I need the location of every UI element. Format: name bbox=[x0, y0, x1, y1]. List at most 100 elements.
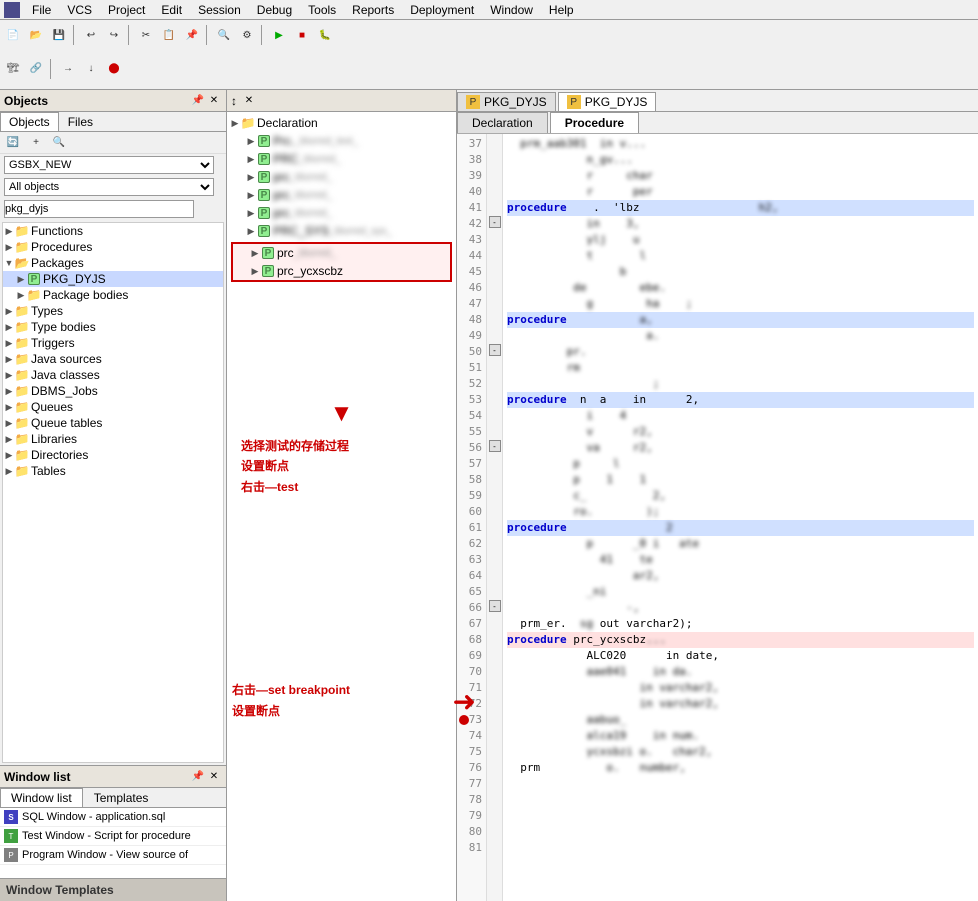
tab-templates[interactable]: Templates bbox=[83, 788, 160, 807]
tree-queue-tables[interactable]: ▶ 📁 Queue tables bbox=[3, 415, 223, 431]
tb-stepinto[interactable]: ↓ bbox=[80, 58, 102, 80]
tree-tables[interactable]: ▶ 📁 Tables bbox=[3, 463, 223, 479]
ctree-prc-highlighted[interactable]: ▶ P prc _blurred_ bbox=[233, 244, 450, 262]
expand-triggers[interactable]: ▶ bbox=[3, 337, 15, 349]
code-tabs: Declaration Procedure bbox=[457, 112, 978, 134]
expand-queue-tables[interactable]: ▶ bbox=[3, 417, 15, 429]
tree-type-bodies[interactable]: ▶ 📁 Type bodies bbox=[3, 319, 223, 335]
tb-find[interactable]: 🔍 bbox=[213, 24, 235, 46]
ctree-proc-0[interactable]: ▶ P Prc. _blurred_text_ bbox=[229, 132, 454, 150]
tab-files[interactable]: Files bbox=[59, 112, 102, 131]
menu-help[interactable]: Help bbox=[541, 1, 582, 19]
winlist-test[interactable]: T Test Window - Script for procedure bbox=[0, 827, 226, 846]
objects-close-btn[interactable]: ✕ bbox=[206, 93, 222, 109]
expand-pkg-bodies[interactable]: ▶ bbox=[15, 289, 27, 301]
tb-debug[interactable]: 🐛 bbox=[314, 24, 336, 46]
tb-stop[interactable]: ■ bbox=[291, 24, 313, 46]
expand-queues[interactable]: ▶ bbox=[3, 401, 15, 413]
tree-java-classes[interactable]: ▶ 📁 Java classes bbox=[3, 367, 223, 383]
schema-select[interactable]: GSBX_NEW bbox=[4, 156, 214, 174]
winlist-prog[interactable]: P Program Window - View source of bbox=[0, 846, 226, 865]
obj-refresh-btn[interactable]: 🔄 bbox=[2, 132, 24, 154]
expand-pkg-dyjs[interactable]: ▶ bbox=[15, 273, 27, 285]
ctree-proc-2[interactable]: ▶ P prc _blurred_ bbox=[229, 168, 454, 186]
tb-run[interactable]: ▶ bbox=[268, 24, 290, 46]
code-59: v r2, bbox=[507, 424, 974, 440]
tree-libraries[interactable]: ▶ 📁 Libraries bbox=[3, 431, 223, 447]
objects-pin-btn[interactable]: 📌 bbox=[190, 93, 206, 109]
tb-session[interactable]: 🔗 bbox=[25, 58, 47, 80]
tab-declaration[interactable]: Declaration bbox=[457, 112, 548, 133]
ctree-proc-3[interactable]: ▶ P prc _blurred_ bbox=[229, 186, 454, 204]
menu-session[interactable]: Session bbox=[190, 1, 249, 19]
expand-packages[interactable]: ▼ bbox=[3, 257, 15, 269]
tab-procedure[interactable]: Procedure bbox=[550, 112, 639, 133]
code-content[interactable]: prm_aab301 in v... n_gv... r char r per … bbox=[503, 134, 978, 901]
menu-reports[interactable]: Reports bbox=[344, 1, 402, 19]
expand-functions[interactable]: ▶ bbox=[3, 225, 15, 237]
tab-window-list[interactable]: Window list bbox=[0, 788, 83, 807]
tb-paste[interactable]: 📌 bbox=[181, 24, 203, 46]
menu-vcs[interactable]: VCS bbox=[59, 1, 100, 19]
ctree-proc-prc-sys[interactable]: ▶ P PRC_SYS _blurred_sys_ bbox=[229, 222, 454, 240]
tb-cut[interactable]: ✂ bbox=[135, 24, 157, 46]
expand-libraries[interactable]: ▶ bbox=[3, 433, 15, 445]
center-close-btn[interactable]: ✕ bbox=[241, 93, 257, 109]
tab-objects[interactable]: Objects bbox=[0, 112, 59, 131]
tb-copy[interactable]: 📋 bbox=[158, 24, 180, 46]
tree-pkg-bodies[interactable]: ▶ 📁 Package bodies bbox=[3, 287, 223, 303]
expand-procedures[interactable]: ▶ bbox=[3, 241, 15, 253]
menu-edit[interactable]: Edit bbox=[153, 1, 190, 19]
tree-directories[interactable]: ▶ 📁 Directories bbox=[3, 447, 223, 463]
tree-types[interactable]: ▶ 📁 Types bbox=[3, 303, 223, 319]
winlist-pin-btn[interactable]: 📌 bbox=[190, 769, 206, 785]
file-tab-pkg-dyjs-1[interactable]: P PKG_DYJS bbox=[457, 92, 556, 111]
tb-compile[interactable]: ⚙ bbox=[236, 24, 258, 46]
ctree-prc-ycxscbz[interactable]: ▶ P prc_ycxscbz bbox=[233, 262, 450, 280]
file-tab-pkg-dyjs-2[interactable]: P PKG_DYJS bbox=[558, 92, 657, 111]
tb-save[interactable]: 💾 bbox=[48, 24, 70, 46]
expand-56[interactable]: - bbox=[489, 440, 501, 452]
menu-file[interactable]: File bbox=[24, 1, 59, 19]
obj-new-btn[interactable]: + bbox=[25, 132, 47, 154]
filter-select[interactable]: All objects bbox=[4, 178, 214, 196]
expand-directories[interactable]: ▶ bbox=[3, 449, 15, 461]
expand-declaration[interactable]: ▶ bbox=[229, 117, 241, 129]
winlist-sql[interactable]: S SQL Window - application.sql bbox=[0, 808, 226, 827]
expand-dbms-jobs[interactable]: ▶ bbox=[3, 385, 15, 397]
menu-tools[interactable]: Tools bbox=[300, 1, 344, 19]
tree-queues[interactable]: ▶ 📁 Queues bbox=[3, 399, 223, 415]
expand-type-bodies[interactable]: ▶ bbox=[3, 321, 15, 333]
tb-redo[interactable]: ↪ bbox=[103, 24, 125, 46]
expand-tables[interactable]: ▶ bbox=[3, 465, 15, 477]
menu-debug[interactable]: Debug bbox=[249, 1, 300, 19]
menu-window[interactable]: Window bbox=[482, 1, 541, 19]
tb-open[interactable]: 📂 bbox=[25, 24, 47, 46]
tb-breakpoint[interactable]: ⬤ bbox=[103, 58, 125, 80]
winlist-close-btn[interactable]: ✕ bbox=[206, 769, 222, 785]
tree-functions[interactable]: ▶ 📁 Functions bbox=[3, 223, 223, 239]
expand-66[interactable]: - bbox=[489, 600, 501, 612]
expand-java-classes[interactable]: ▶ bbox=[3, 369, 15, 381]
tb-stepover[interactable]: → bbox=[57, 58, 79, 80]
tb-new[interactable]: 📄 bbox=[2, 24, 24, 46]
tree-procedures[interactable]: ▶ 📁 Procedures bbox=[3, 239, 223, 255]
tree-pkg-dyjs[interactable]: ▶ P PKG_DYJS bbox=[3, 271, 223, 287]
tree-triggers[interactable]: ▶ 📁 Triggers bbox=[3, 335, 223, 351]
menu-deployment[interactable]: Deployment bbox=[402, 1, 482, 19]
expand-50[interactable]: - bbox=[489, 344, 501, 356]
tree-packages[interactable]: ▼ 📂 Packages bbox=[3, 255, 223, 271]
expand-types[interactable]: ▶ bbox=[3, 305, 15, 317]
obj-filter-btn[interactable]: 🔍 bbox=[48, 132, 70, 154]
tree-java-sources[interactable]: ▶ 📁 Java sources bbox=[3, 351, 223, 367]
tb-schema[interactable]: 🏗 bbox=[2, 58, 24, 80]
obj-search-input[interactable] bbox=[4, 200, 194, 218]
ctree-declaration[interactable]: ▶ 📁 Declaration bbox=[229, 114, 454, 132]
tb-undo[interactable]: ↩ bbox=[80, 24, 102, 46]
expand-42[interactable]: - bbox=[489, 216, 501, 228]
expand-java-sources[interactable]: ▶ bbox=[3, 353, 15, 365]
ctree-proc-1[interactable]: ▶ P PRC _blurred_ bbox=[229, 150, 454, 168]
tree-dbms-jobs[interactable]: ▶ 📁 DBMS_Jobs bbox=[3, 383, 223, 399]
menu-project[interactable]: Project bbox=[100, 1, 153, 19]
ctree-proc-4[interactable]: ▶ P prc _blurred_ bbox=[229, 204, 454, 222]
